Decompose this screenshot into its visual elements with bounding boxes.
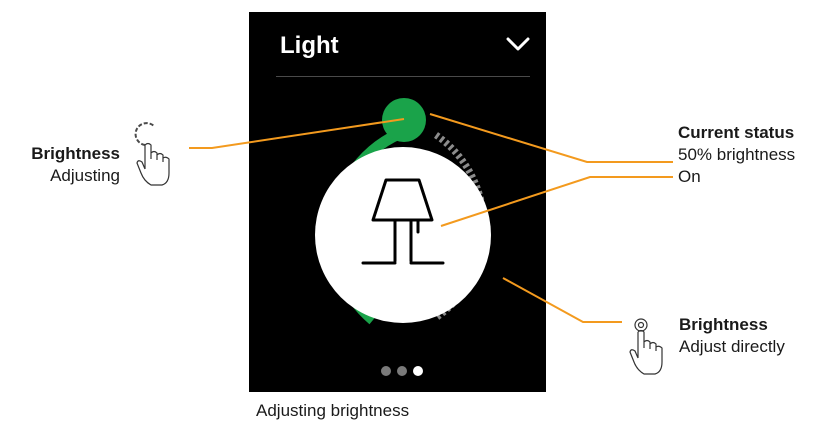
status-brightness: 50% brightness — [678, 145, 796, 164]
dial-face — [315, 147, 491, 323]
annotation-text: Adjust directly — [679, 337, 785, 356]
caption: Adjusting brightness — [256, 401, 410, 420]
brightness-dial[interactable] — [249, 12, 546, 392]
brightness-handle — [382, 98, 426, 142]
annotation-adjusting: Brightness Adjusting — [9, 143, 120, 187]
annotation-title: Brightness — [679, 315, 768, 334]
page-indicator[interactable] — [381, 366, 423, 376]
page-dot[interactable] — [397, 366, 407, 376]
page-dot-active[interactable] — [413, 366, 423, 376]
page-dot[interactable] — [381, 366, 391, 376]
annotation-title: Brightness — [31, 144, 120, 163]
tap-gesture-icon — [629, 318, 663, 375]
rotate-gesture-icon — [134, 122, 170, 186]
annotation-adjust-directly: Brightness Adjust directly — [679, 314, 785, 358]
status-on: On — [678, 167, 701, 186]
annotation-title: Current status — [678, 123, 795, 142]
annotation-text: Adjusting — [50, 166, 120, 185]
annotation-current-status: Current status 50% brightness On — [678, 122, 795, 188]
device-screen: Light — [249, 12, 546, 392]
